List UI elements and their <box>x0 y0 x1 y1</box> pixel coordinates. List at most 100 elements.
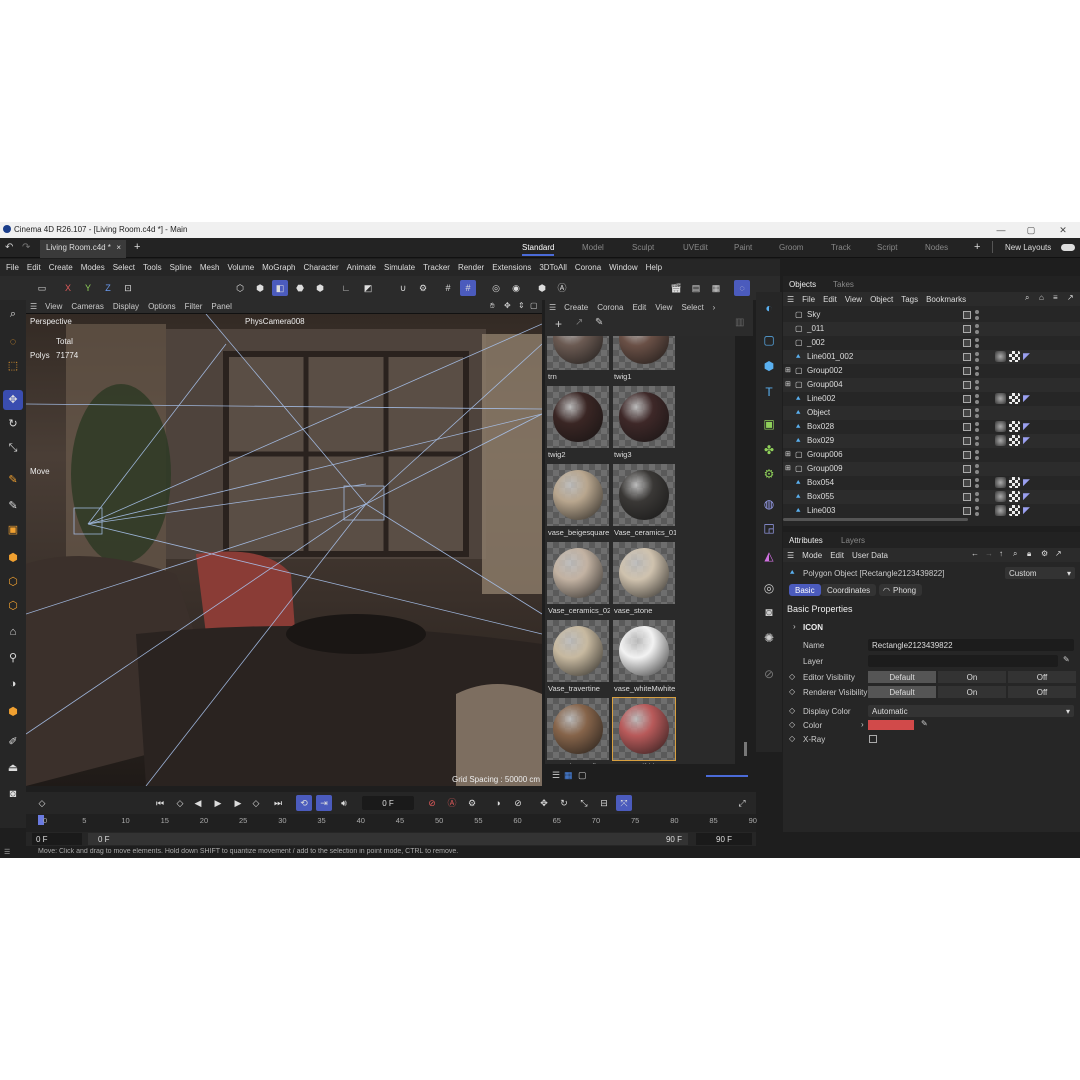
key-param-icon[interactable]: ⊟ <box>596 795 612 811</box>
menu-extensions[interactable]: Extensions <box>492 263 531 272</box>
box-parts-icon[interactable]: ⬢ <box>3 702 23 722</box>
obj-menu-view[interactable]: View <box>845 295 862 304</box>
frame-range-slider[interactable]: 0 F 90 F <box>88 833 688 845</box>
new-window-icon[interactable]: ↗ <box>1067 293 1074 302</box>
layout-toggle[interactable] <box>1061 244 1075 251</box>
selection-tag-icon[interactable]: ◤ <box>1023 393 1034 404</box>
layout-track[interactable]: Track <box>831 243 851 252</box>
search-icon[interactable]: ⌕ <box>1013 549 1017 559</box>
visibility-checkbox[interactable] <box>963 465 971 473</box>
thumbnail-size-slider[interactable] <box>706 775 748 777</box>
editor-vis-default[interactable]: Default <box>868 671 936 683</box>
render-visibility-dot[interactable] <box>975 372 979 376</box>
points-mode-icon[interactable]: ⬡ <box>232 280 248 296</box>
forward-arrow-icon[interactable]: → <box>985 549 993 558</box>
material-thumbnail[interactable]: vase_beigesquare <box>546 464 610 542</box>
object-row[interactable]: ⊞ ▢ Group009 <box>783 462 1080 476</box>
object-row[interactable]: ▢ _002 <box>783 336 1080 350</box>
object-row[interactable]: ⊞ ▢ Group004 <box>783 378 1080 392</box>
render-visibility-dot[interactable] <box>975 512 979 516</box>
next-frame-icon[interactable]: ▶ <box>230 795 246 811</box>
key-scale-icon[interactable]: ⤡ <box>576 795 592 811</box>
menu-spline[interactable]: Spline <box>170 263 192 272</box>
editor-visibility-dot[interactable] <box>975 380 979 384</box>
axis-mode-icon[interactable]: ∟ <box>338 280 354 296</box>
menu-mesh[interactable]: Mesh <box>200 263 220 272</box>
material-menu-view[interactable]: View <box>655 303 672 312</box>
key-rotate-icon[interactable]: ↻ <box>556 795 572 811</box>
visibility-checkbox[interactable] <box>963 325 971 333</box>
playback-rate-icon[interactable]: ⇥ <box>316 795 332 811</box>
material-menu-edit[interactable]: Edit <box>632 303 646 312</box>
light-icon[interactable]: ✺ <box>759 628 779 648</box>
tab-layers[interactable]: Layers <box>841 536 865 545</box>
expand-icon[interactable]: ⊞ <box>785 464 791 472</box>
object-row[interactable]: ⯅ Box054 ◤ <box>783 476 1080 490</box>
menu-modes[interactable]: Modes <box>81 263 105 272</box>
new-tab-button[interactable]: + <box>134 241 140 253</box>
menu-file[interactable]: File <box>6 263 19 272</box>
list-view-icon[interactable]: ☰ <box>552 770 560 781</box>
render-vis-off[interactable]: Off <box>1008 686 1076 698</box>
editor-visibility-dot[interactable] <box>975 506 979 510</box>
editor-visibility-dot[interactable] <box>975 352 979 356</box>
auto-key-icon[interactable]: Ⓐ <box>554 280 570 296</box>
render-visibility-dot[interactable] <box>975 414 979 418</box>
keyframe-diamond-icon[interactable]: ◇ <box>789 687 795 696</box>
menu-render[interactable]: Render <box>458 263 484 272</box>
name-field[interactable]: Rectangle2123439822 <box>868 639 1074 651</box>
add-material-icon[interactable]: + <box>555 317 562 331</box>
obj-menu-file[interactable]: File <box>802 295 815 304</box>
uv-tag-icon[interactable] <box>1009 505 1020 516</box>
keyframe-diamond-icon[interactable]: ◇ <box>789 672 795 681</box>
link-pencil-icon[interactable]: ✎ <box>1063 655 1070 664</box>
plane-tool-icon[interactable]: ▣ <box>3 520 23 540</box>
tab-attributes[interactable]: Attributes <box>789 536 823 545</box>
visibility-checkbox[interactable] <box>963 423 971 431</box>
field-icon[interactable]: ◭ <box>759 546 779 566</box>
box-selection-icon[interactable]: ⬚ <box>3 356 23 376</box>
editor-visibility-dot[interactable] <box>975 450 979 454</box>
timeline-ruler[interactable]: 0 5 10 15 20 25 30 35 40 45 50 55 60 65 70 75 80 85 90 <box>26 814 757 832</box>
object-row[interactable]: ⯅ Line002 ◤ <box>783 392 1080 406</box>
sound-icon[interactable]: 🔊︎ <box>336 795 352 811</box>
eyedropper-icon[interactable]: ✎ <box>595 317 603 328</box>
close-tab-icon[interactable]: × <box>116 243 121 252</box>
menu-mograph[interactable]: MoGraph <box>262 263 295 272</box>
layer-field[interactable] <box>868 655 1058 667</box>
timeline-graph-icon[interactable]: ⤢ <box>734 795 750 811</box>
selection-tag-icon[interactable]: ◤ <box>1023 477 1034 488</box>
color-swatch[interactable] <box>868 720 914 730</box>
clapper-icon[interactable]: 🎬︎ <box>668 280 684 296</box>
search-icon[interactable]: ⌕ <box>1025 293 1029 303</box>
render-settings-icon[interactable]: ▦ <box>708 280 724 296</box>
material-tag-icon[interactable] <box>995 351 1006 362</box>
paint-brush-icon[interactable]: ✐ <box>3 732 23 752</box>
deformer-icon[interactable]: ◍ <box>759 494 779 514</box>
editor-visibility-dot[interactable] <box>975 492 979 496</box>
object-row[interactable]: ⯅ Object <box>783 406 1080 420</box>
previous-key-icon[interactable]: ◇ <box>172 795 188 811</box>
screen-icon[interactable]: ▭ <box>34 280 50 296</box>
loop-icon[interactable]: ⟲ <box>296 795 312 811</box>
coordinate-system-icon[interactable]: ⊡ <box>120 280 136 296</box>
material-thumbnail[interactable]: twig2 <box>546 386 610 464</box>
editor-visibility-dot[interactable] <box>975 324 979 328</box>
render-vis-on[interactable]: On <box>938 686 1006 698</box>
3d-viewport[interactable]: Perspective PhysCamera008 Total Polys 71… <box>26 314 542 786</box>
cube-variant-icon[interactable]: ⬡ <box>3 596 23 616</box>
next-key-icon[interactable]: ◇ <box>248 795 264 811</box>
render-visibility-dot[interactable] <box>975 442 979 446</box>
layout-groom[interactable]: Groom <box>779 243 803 252</box>
hamburger-icon[interactable]: ☰ <box>787 295 794 304</box>
keyframe-diamond-icon[interactable]: ◇ <box>34 795 50 811</box>
chevron-right-icon[interactable]: › <box>793 622 796 631</box>
y-axis-toggle[interactable]: Y <box>80 280 96 296</box>
icon-group-row[interactable]: › ICON <box>783 620 1080 634</box>
xray-checkbox[interactable] <box>869 735 877 743</box>
end-frame-field[interactable]: 90 F <box>696 833 752 845</box>
menu-create[interactable]: Create <box>49 263 73 272</box>
close-button[interactable]: ✕ <box>1048 223 1078 237</box>
camera-object-icon[interactable]: ◙ <box>759 602 779 622</box>
polygons-mode-icon[interactable]: ◧ <box>272 280 288 296</box>
